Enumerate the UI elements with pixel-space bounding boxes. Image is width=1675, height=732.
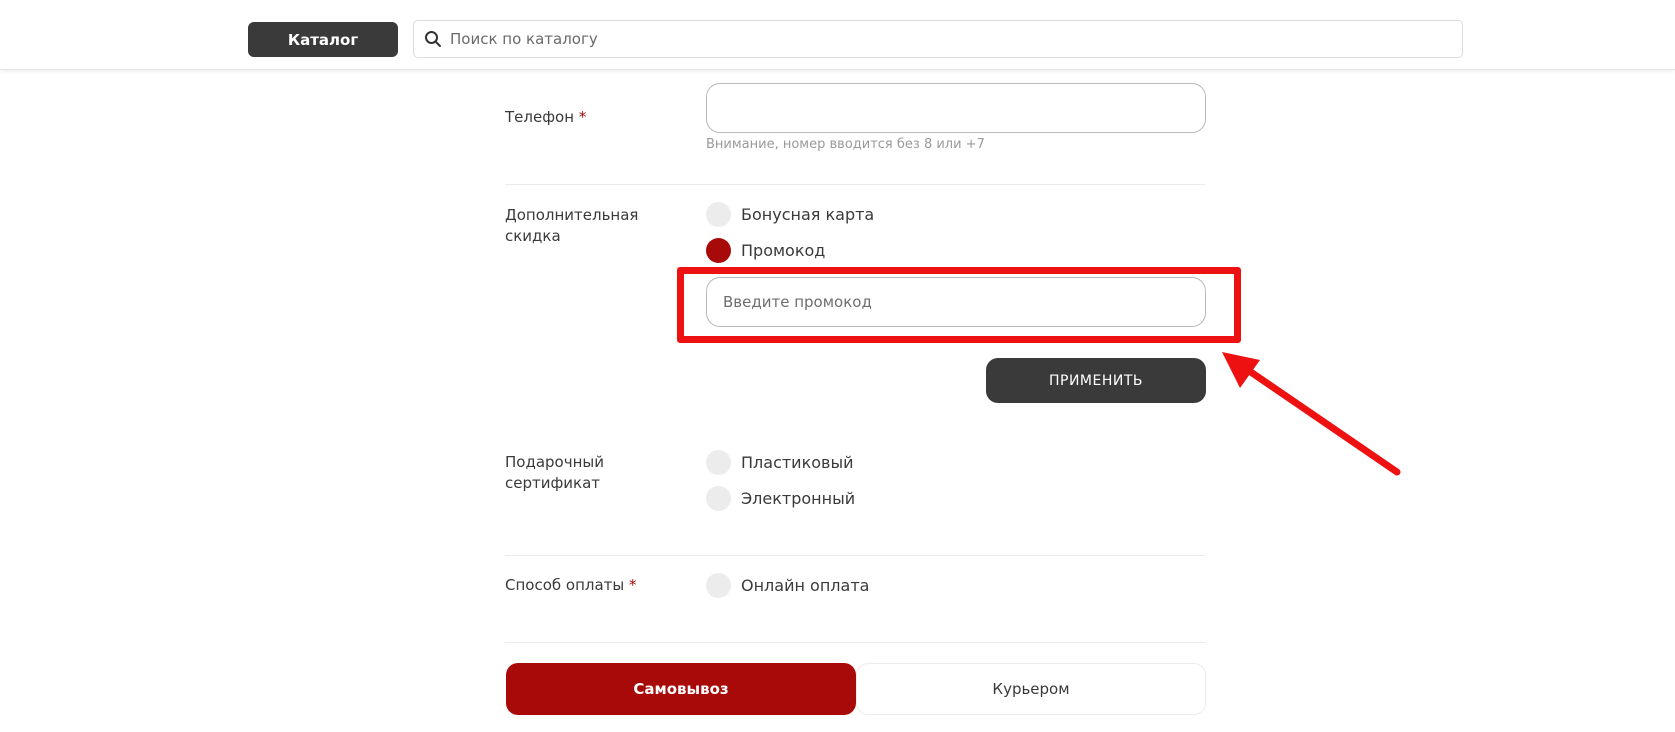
annotation-arrow-icon — [1222, 352, 1401, 476]
divider — [505, 184, 1205, 185]
search-icon — [424, 30, 442, 48]
divider — [505, 555, 1205, 556]
radio-label: Бонусная карта — [741, 205, 875, 224]
top-bar: Каталог — [0, 0, 1675, 70]
search-box[interactable] — [413, 20, 1463, 58]
search-input[interactable] — [450, 30, 1462, 48]
radio-bonus-card[interactable]: Бонусная карта — [706, 202, 874, 227]
divider — [505, 642, 1205, 643]
phone-field[interactable] — [706, 83, 1206, 133]
radio-button[interactable] — [706, 450, 731, 475]
required-mark: * — [629, 576, 637, 594]
radio-online-payment[interactable]: Онлайн оплата — [706, 573, 869, 598]
catalog-button[interactable]: Каталог — [248, 22, 398, 57]
required-mark: * — [578, 108, 587, 126]
promo-code-field[interactable] — [706, 277, 1206, 327]
apply-button[interactable]: ПРИМЕНИТЬ — [986, 358, 1206, 403]
phone-label: Телефон * — [505, 108, 587, 126]
radio-label: Пластиковый — [741, 453, 854, 472]
radio-label: Онлайн оплата — [741, 576, 870, 595]
radio-label: Электронный — [741, 489, 856, 508]
promo-code-input[interactable] — [707, 278, 1205, 326]
phone-hint: Внимание, номер вводится без 8 или +7 — [706, 137, 985, 152]
courier-button[interactable]: Курьером — [856, 663, 1206, 715]
radio-button[interactable] — [706, 486, 731, 511]
radio-promo-code[interactable]: Промокод — [706, 238, 825, 263]
pickup-button[interactable]: Самовывоз — [506, 663, 856, 715]
radio-button-checked[interactable] — [706, 238, 731, 263]
phone-input[interactable] — [707, 84, 1205, 132]
radio-button[interactable] — [706, 573, 731, 598]
discount-label: Дополнительная скидка — [505, 206, 639, 245]
gift-certificate-label: Подарочный сертификат — [505, 453, 604, 492]
radio-electronic[interactable]: Электронный — [706, 486, 855, 511]
radio-label: Промокод — [741, 241, 826, 260]
payment-method-label: Способ оплаты * — [505, 576, 637, 594]
radio-button[interactable] — [706, 202, 731, 227]
radio-plastic[interactable]: Пластиковый — [706, 450, 854, 475]
